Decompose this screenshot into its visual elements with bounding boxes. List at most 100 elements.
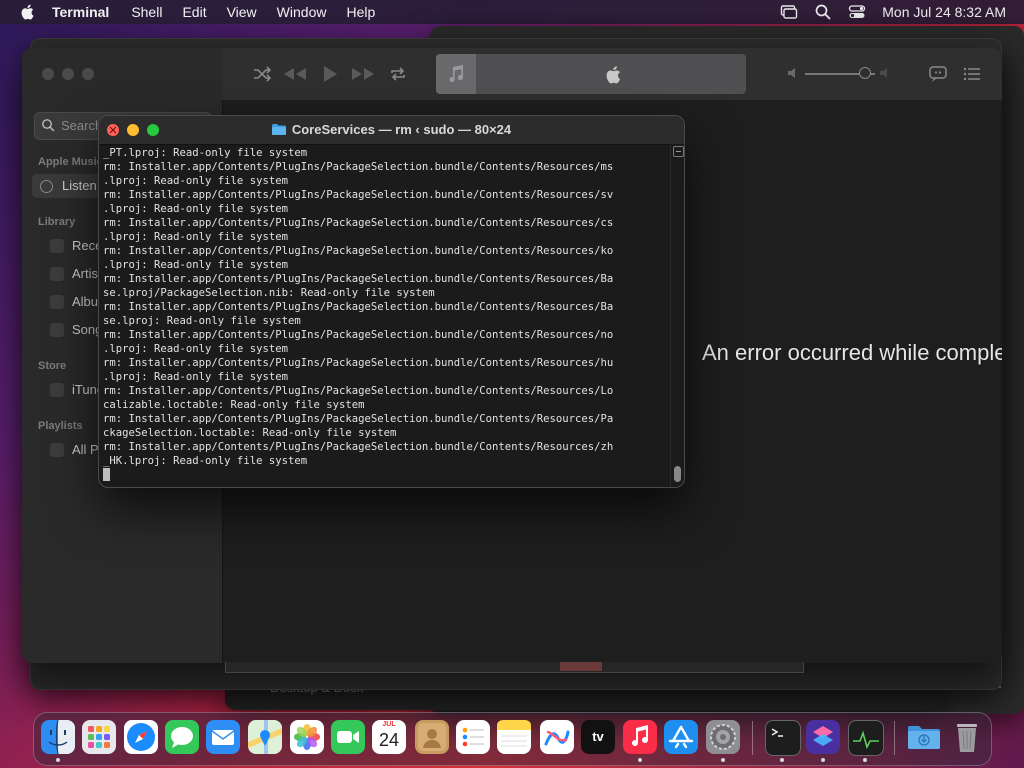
contacts-icon[interactable] <box>415 720 449 754</box>
menu-window[interactable]: Window <box>277 0 327 24</box>
apple-menu-icon[interactable] <box>18 2 38 22</box>
repeat-icon[interactable] <box>388 65 408 83</box>
dock-separator <box>752 721 753 755</box>
activity-monitor-icon[interactable] <box>848 720 884 756</box>
fast-forward-icon[interactable] <box>350 65 376 83</box>
terminal-line: rm: Installer.app/Contents/PlugIns/Packa… <box>103 441 614 453</box>
freeform-icon[interactable] <box>540 720 574 754</box>
music-note-icon <box>449 65 463 83</box>
terminal-line: rm: Installer.app/Contents/PlugIns/Packa… <box>103 413 614 425</box>
terminal-line: _HK.lproj: Read-only file system <box>103 455 308 467</box>
photos-icon[interactable] <box>290 720 324 754</box>
menu-edit[interactable]: Edit <box>182 0 206 24</box>
system-settings-icon[interactable] <box>706 720 740 754</box>
apple-tv-icon[interactable]: tv <box>581 720 615 754</box>
running-indicator <box>638 758 642 762</box>
tv-label: tv <box>592 729 604 744</box>
sidebar-heading-store: Store <box>38 360 67 372</box>
calendar-day: 24 <box>378 730 400 750</box>
terminal-line: .lproj: Read-only file system <box>103 203 288 215</box>
shortcuts-icon[interactable] <box>806 720 840 754</box>
terminal-prompt-line <box>103 468 669 482</box>
status-area: Mon Jul 24 8:32 AM <box>764 0 1006 24</box>
launchpad-icon[interactable] <box>82 720 116 754</box>
volume-low-icon <box>788 68 795 78</box>
volume-knob[interactable] <box>859 67 871 79</box>
split-pane-button[interactable] <box>673 146 684 157</box>
play-circle-icon <box>40 180 53 193</box>
terminal-line: se.lproj/PackageSelection.nib: Read-only… <box>103 287 435 299</box>
terminal-output[interactable]: _PT.lproj: Read-only file system rm: Ins… <box>103 146 669 482</box>
album-art-placeholder <box>436 54 476 94</box>
now-playing-display[interactable] <box>436 54 746 94</box>
terminal-line: rm: Installer.app/Contents/PlugIns/Packa… <box>103 301 614 313</box>
screen-mirroring-icon[interactable] <box>780 3 798 21</box>
terminal-line: .lproj: Read-only file system <box>103 231 288 243</box>
safari-icon[interactable] <box>124 720 158 754</box>
terminal-line: rm: Installer.app/Contents/PlugIns/Packa… <box>103 329 614 341</box>
scroll-thumb[interactable] <box>674 466 681 482</box>
finder-icon[interactable] <box>41 720 75 754</box>
trash-icon[interactable] <box>950 720 984 754</box>
play-icon[interactable] <box>319 65 339 83</box>
error-message: An error occurred while completing your … <box>702 340 1002 365</box>
menu-help[interactable]: Help <box>346 0 375 24</box>
terminal-window[interactable]: CoreServices — rm ‹ sudo — 80×24 _PT.lpr… <box>98 115 685 488</box>
running-indicator <box>721 758 725 762</box>
menu-bar: Terminal Shell Edit View Window Help Mon… <box>0 0 1024 24</box>
running-indicator <box>821 758 825 762</box>
reminders-icon[interactable] <box>456 720 490 754</box>
terminal-icon[interactable] <box>765 720 801 756</box>
bottom-bar-segment <box>560 662 602 671</box>
terminal-line: rm: Installer.app/Contents/PlugIns/Packa… <box>103 245 614 257</box>
menu-view[interactable]: View <box>227 0 257 24</box>
notes-icon[interactable] <box>497 720 531 754</box>
terminal-scrollbar[interactable] <box>670 144 684 487</box>
messages-icon[interactable] <box>165 720 199 754</box>
terminal-line: .lproj: Read-only file system <box>103 175 288 187</box>
mail-icon[interactable] <box>206 720 240 754</box>
calendar-icon[interactable]: JUL 24 <box>372 720 406 754</box>
menu-shell[interactable]: Shell <box>131 0 162 24</box>
music-toolbar <box>222 48 1002 100</box>
maps-icon[interactable] <box>248 720 282 754</box>
terminal-line: .lproj: Read-only file system <box>103 343 288 355</box>
music-icon[interactable] <box>623 720 657 754</box>
text-cursor <box>103 468 110 481</box>
terminal-line: ckageSelection.loctable: Read-only file … <box>103 427 397 439</box>
downloads-folder-icon[interactable] <box>907 720 941 754</box>
menu-clock[interactable]: Mon Jul 24 8:32 AM <box>882 4 1006 20</box>
search-placeholder: Search <box>61 118 103 133</box>
facetime-icon[interactable] <box>331 720 365 754</box>
dock: JUL 24 tv <box>33 712 992 766</box>
microphone-icon <box>50 267 64 281</box>
terminal-line: rm: Installer.app/Contents/PlugIns/Packa… <box>103 189 614 201</box>
zoom-button[interactable] <box>82 68 94 80</box>
grid-icon <box>50 443 64 457</box>
spotlight-search-icon[interactable] <box>814 3 832 21</box>
terminal-line: rm: Installer.app/Contents/PlugIns/Packa… <box>103 161 614 173</box>
clock-icon <box>50 239 64 253</box>
running-indicator <box>863 758 867 762</box>
close-button[interactable] <box>42 68 54 80</box>
sidebar-heading-playlists: Playlists <box>38 420 83 432</box>
sidebar-heading-apple-music: Apple Music <box>38 156 103 168</box>
volume-high-icon <box>880 68 887 78</box>
volume-slider[interactable] <box>787 67 887 79</box>
lyrics-icon[interactable] <box>928 65 948 83</box>
terminal-line: se.lproj: Read-only file system <box>103 315 301 327</box>
folder-icon <box>271 124 286 135</box>
menu-app-name[interactable]: Terminal <box>52 0 109 24</box>
album-icon <box>50 295 64 309</box>
rewind-icon[interactable] <box>282 65 308 83</box>
app-store-icon[interactable] <box>664 720 698 754</box>
terminal-line: rm: Installer.app/Contents/PlugIns/Packa… <box>103 357 614 369</box>
control-center-icon[interactable] <box>848 3 866 21</box>
terminal-line: rm: Installer.app/Contents/PlugIns/Packa… <box>103 385 614 397</box>
up-next-list-icon[interactable] <box>962 65 982 83</box>
terminal-titlebar[interactable]: CoreServices — rm ‹ sudo — 80×24 <box>99 116 684 145</box>
dock-separator <box>894 721 895 755</box>
running-indicator <box>780 758 784 762</box>
minimize-button[interactable] <box>62 68 74 80</box>
shuffle-icon[interactable] <box>252 65 272 83</box>
